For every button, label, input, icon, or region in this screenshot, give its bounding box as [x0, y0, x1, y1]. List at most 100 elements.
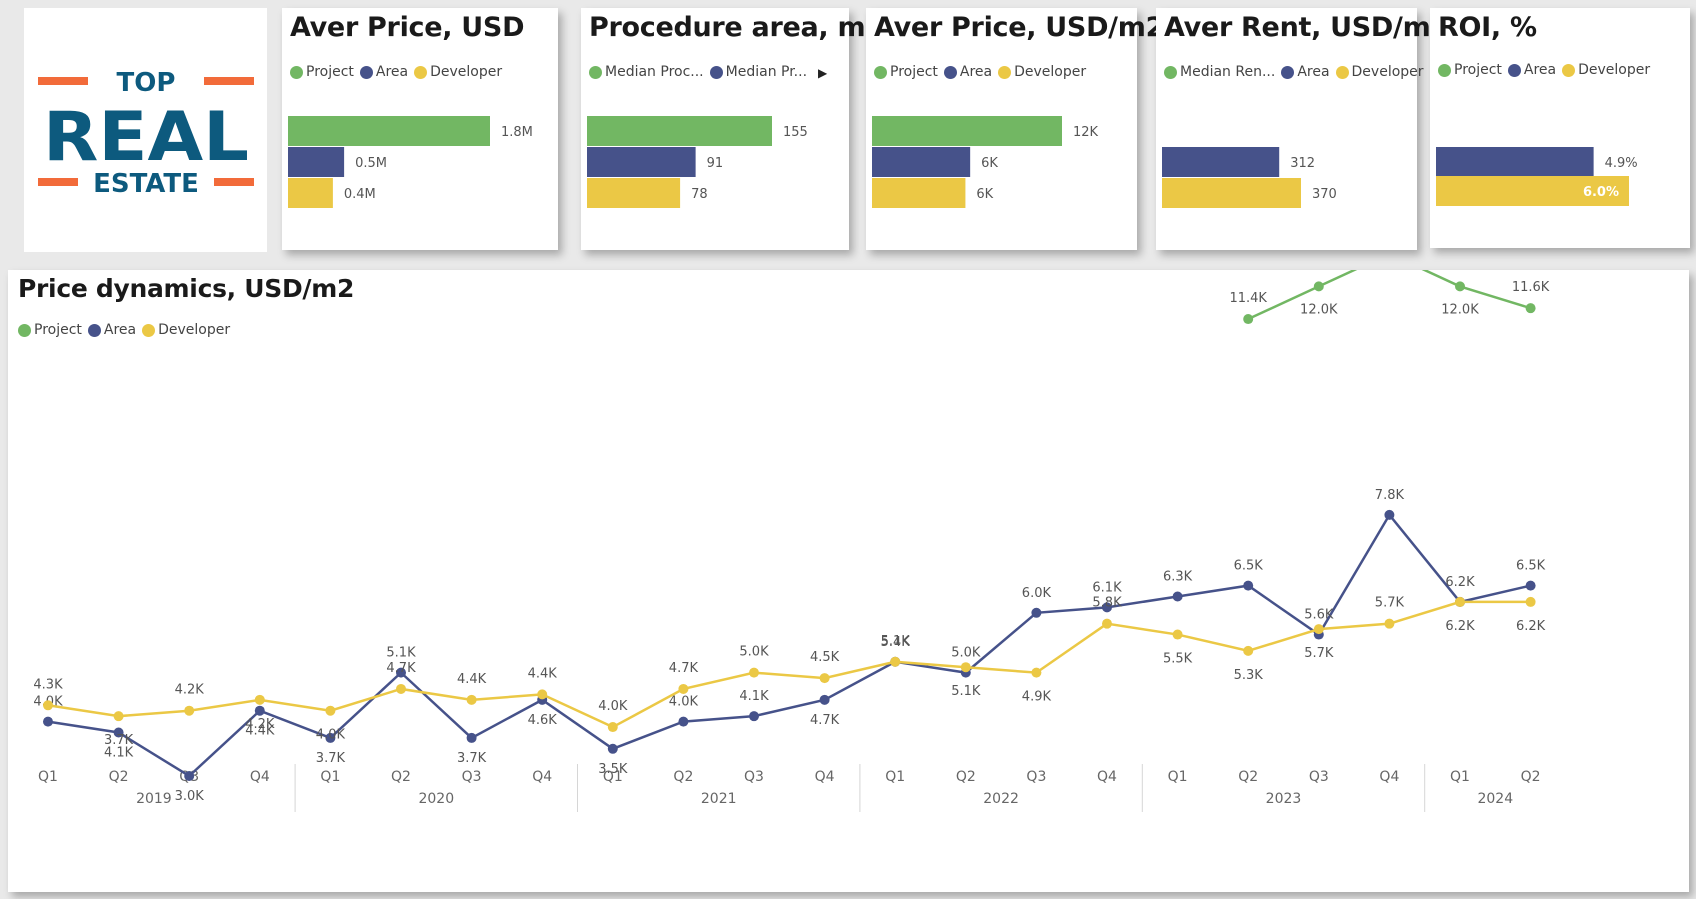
data-point-area[interactable] [1172, 591, 1183, 602]
data-point-area[interactable] [466, 732, 477, 743]
x-tick-label: Q4 [815, 769, 835, 785]
price-dynamics-card[interactable]: Price dynamics, USD/m2 Project Area Develo… [8, 270, 1689, 892]
bar-area[interactable] [288, 147, 345, 177]
bar-median-pr-[interactable] [587, 147, 696, 177]
data-label-developer: 5.7K [1375, 596, 1405, 611]
data-point-area[interactable] [1243, 580, 1254, 591]
data-label-developer: 5.1K [951, 684, 981, 699]
bar-area[interactable] [1436, 147, 1594, 177]
data-point-area[interactable] [678, 716, 689, 727]
data-point-developer[interactable] [325, 705, 336, 716]
kpi-card-aver-rent[interactable]: Aver Rent, USD/m2 Median Ren... Area Devel… [1156, 8, 1449, 250]
data-point-developer[interactable] [1172, 629, 1183, 640]
logo-accent-bar [204, 77, 254, 85]
x-tick-label: Q4 [250, 769, 270, 785]
bar-value-label: 155 [783, 125, 808, 140]
data-label-area: 6.5K [1234, 559, 1264, 574]
bar-developer[interactable] [288, 178, 333, 208]
logo-real-text: REAL [43, 98, 249, 177]
data-point-developer[interactable] [678, 683, 689, 694]
kpi-bar-chart: 1.8M 0.5M 0.4M [288, 116, 533, 208]
data-label-area: 5.0K [951, 646, 981, 661]
x-year-label: 2023 [1266, 791, 1302, 807]
data-label-developer: 3.7K [104, 733, 134, 748]
x-tick-label: Q3 [462, 769, 482, 785]
data-point-project[interactable] [1243, 314, 1254, 325]
data-point-developer[interactable] [819, 673, 830, 684]
x-tick-label: Q1 [1450, 769, 1470, 785]
kpi-card-aver-price[interactable]: Aver Price, USD Project Area Developer 1.8… [282, 8, 558, 250]
logo-accent-bar [38, 178, 78, 186]
kpi-bar-chart: 12K 6K 6K [872, 116, 1099, 208]
data-label-developer: 6.2K [1516, 619, 1546, 634]
bar-developer[interactable] [872, 178, 966, 208]
kpi-card-procedure-area[interactable]: Procedure area, m2 Median Proc... Median … [581, 8, 884, 250]
data-point-developer[interactable] [1102, 618, 1112, 629]
bar-project[interactable] [872, 116, 1062, 146]
bar-area[interactable] [872, 147, 971, 177]
data-point-developer[interactable] [396, 683, 406, 694]
data-point-project[interactable] [1455, 281, 1465, 292]
bar-project[interactable] [288, 116, 490, 146]
x-tick-label: Q2 [956, 769, 976, 785]
data-point-area[interactable] [819, 694, 830, 705]
series-line-project[interactable] [1247, 270, 1531, 321]
data-point-area[interactable] [43, 716, 53, 727]
x-tick-label: Q3 [744, 769, 764, 785]
data-point-developer[interactable] [254, 694, 265, 705]
data-label-developer: 4.2K [245, 717, 275, 732]
data-label-developer: 5.8K [1092, 596, 1122, 611]
data-point-developer[interactable] [43, 700, 53, 711]
data-label-area: 5.1K [386, 646, 416, 661]
data-label-area: 3.5K [598, 762, 628, 777]
bar-median-proc-[interactable] [587, 116, 772, 146]
data-label-developer: 4.4K [528, 666, 558, 681]
data-point-developer[interactable] [466, 694, 477, 705]
logo-accent-bar [38, 77, 88, 85]
data-point-area[interactable] [254, 705, 265, 716]
data-point-developer[interactable] [537, 689, 548, 700]
data-label-area: 4.7K [810, 713, 840, 728]
data-point-developer[interactable] [1243, 645, 1254, 656]
x-tick-label: Q1 [885, 769, 905, 785]
data-label-area: 4.0K [669, 695, 699, 710]
data-label-developer: 5.1K [881, 634, 911, 649]
top-real-estate-logo: TOP REAL ESTATE [38, 68, 254, 199]
logo-accent-bar [214, 178, 254, 186]
data-point-area[interactable] [749, 711, 759, 722]
data-label-developer: 5.3K [1234, 668, 1264, 683]
bar-series[interactable] [587, 178, 681, 208]
data-point-developer[interactable] [960, 662, 971, 673]
data-point-developer[interactable] [1313, 624, 1324, 635]
data-label-area: 6.2K [1445, 575, 1475, 590]
kpi-card-aver-price-m2[interactable]: Aver Price, USD/m2 Project Area Developer … [866, 8, 1164, 250]
x-tick-label: Q1 [1168, 769, 1188, 785]
data-point-developer[interactable] [1031, 667, 1042, 678]
data-point-area[interactable] [1031, 607, 1042, 618]
data-point-area[interactable] [184, 771, 195, 781]
data-point-developer[interactable] [749, 667, 759, 678]
data-point-developer[interactable] [184, 705, 195, 716]
data-label-project: 11.6K [1512, 280, 1550, 295]
data-point-project[interactable] [1313, 281, 1324, 292]
data-point-area[interactable] [1384, 509, 1395, 520]
x-tick-label: Q1 [320, 769, 340, 785]
data-point-developer[interactable] [113, 711, 124, 722]
data-point-developer[interactable] [1525, 596, 1536, 607]
bar-developer[interactable] [1162, 178, 1301, 208]
data-point-project[interactable] [1525, 303, 1536, 314]
data-label-developer: 4.3K [33, 677, 63, 692]
data-label-area: 5.6K [1304, 608, 1334, 623]
data-point-developer[interactable] [890, 656, 901, 667]
kpi-bar-chart: 312 370 [1162, 147, 1337, 208]
bar-value-label: 0.5M [355, 156, 387, 171]
kpi-card-roi[interactable]: ROI, % Project Area Developer 4.9% 6.0% [1430, 8, 1690, 248]
data-point-developer[interactable] [1384, 618, 1395, 629]
data-label-developer: 4.7K [386, 661, 416, 676]
data-point-developer[interactable] [607, 722, 618, 733]
data-point-developer[interactable] [1455, 596, 1465, 607]
data-point-area[interactable] [607, 743, 618, 754]
data-label-area: 6.3K [1163, 569, 1193, 584]
bar-area[interactable] [1162, 147, 1280, 177]
data-point-area[interactable] [1525, 580, 1536, 591]
